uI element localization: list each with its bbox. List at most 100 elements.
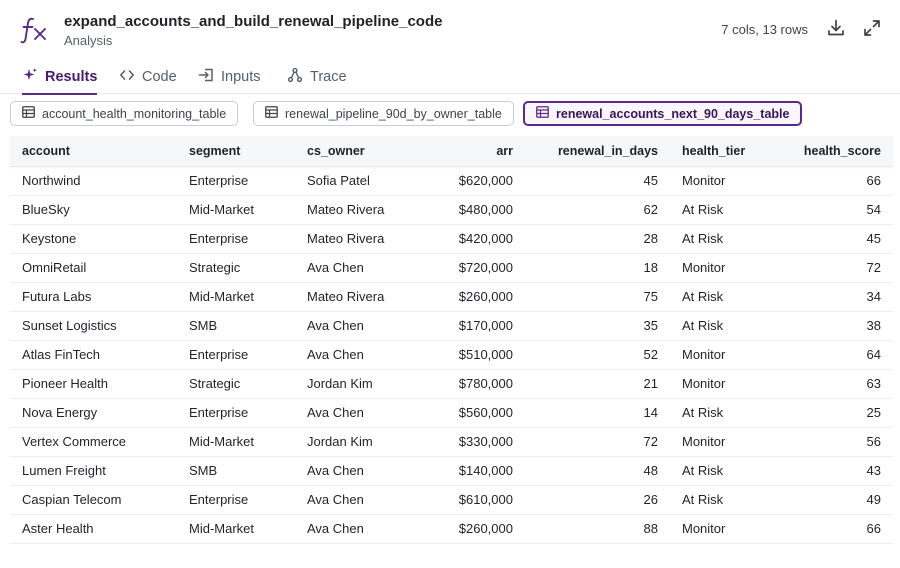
table-icon [265,106,278,121]
table-selector: account_health_monitoring_table renewal_… [0,94,900,132]
cell-cs-owner: Jordan Kim [295,369,425,399]
table-row[interactable]: OmniRetail Strategic Ava Chen $720,000 18 Mon… [10,253,893,283]
cell-arr: $260,000 [425,282,525,312]
cell-health-score: 25 [762,398,893,428]
cell-account: Aster Health [10,514,177,544]
table-icon [22,106,35,121]
download-button[interactable] [824,18,848,42]
cell-health-tier: At Risk [670,195,762,225]
chip-renewal-pipeline-90d-by-owner-table[interactable]: renewal_pipeline_90d_by_owner_table [253,101,514,126]
column-header-cs-owner[interactable]: cs_owner [295,136,425,167]
cell-renewal-in-days: 88 [525,514,670,544]
cell-cs-owner: Mateo Rivera [295,282,425,312]
cell-segment: Strategic [177,369,295,399]
cell-arr: $420,000 [425,224,525,254]
column-header-segment[interactable]: segment [177,136,295,167]
column-header-health-score[interactable]: health_score [762,136,893,167]
cell-segment: SMB [177,311,295,341]
cell-health-score: 38 [762,311,893,341]
cell-health-tier: Monitor [670,427,762,457]
table-row[interactable]: Vertex Commerce Mid-Market Jordan Kim $330,… [10,427,893,457]
cell-renewal-in-days: 45 [525,166,670,196]
table-row[interactable]: Nova Energy Enterprise Ava Chen $560,000 14 A… [10,398,893,428]
table-header: account segment cs_owner arr renewal_in_days… [10,136,893,167]
cell-renewal-in-days: 26 [525,485,670,515]
cell-renewal-in-days: 62 [525,195,670,225]
cell-arr: $610,000 [425,485,525,515]
cell-cs-owner: Mateo Rivera [295,224,425,254]
cell-account: Atlas FinTech [10,340,177,370]
cell-account: Sunset Logistics [10,311,177,341]
header: expand_accounts_and_build_renewal_pipeli… [0,0,900,60]
table-icon [536,106,549,121]
column-header-account[interactable]: account [10,136,177,167]
tab-code[interactable]: Code [119,60,177,94]
code-icon [119,67,135,87]
table-row[interactable]: Futura Labs Mid-Market Mateo Rivera $260,00… [10,282,893,312]
chip-label: renewal_accounts_next_90_days_table [556,106,790,121]
tab-label: Results [45,69,98,85]
table-row[interactable]: BlueSky Mid-Market Mateo Rivera $480,000 62 A… [10,195,893,225]
cell-segment: Strategic [177,253,295,283]
cell-health-tier: At Risk [670,456,762,486]
cell-renewal-in-days: 72 [525,427,670,457]
cell-health-score: 72 [762,253,893,283]
column-header-renewal-in-days[interactable]: renewal_in_days [525,136,670,167]
tab-results[interactable]: Results [22,60,98,95]
table-body: Northwind Enterprise Sofia Patel $620,000 45… [10,166,893,544]
cell-segment: SMB [177,456,295,486]
column-header-arr[interactable]: arr [425,136,525,167]
cell-cs-owner: Jordan Kim [295,427,425,457]
tab-label: Inputs [221,69,261,85]
cell-account: Lumen Freight [10,456,177,486]
page-title: expand_accounts_and_build_renewal_pipeli… [64,13,443,30]
chip-label: renewal_pipeline_90d_by_owner_table [285,106,502,121]
table-dimensions: 7 cols, 13 rows [721,22,808,37]
table-row[interactable]: Pioneer Health Strategic Jordan Kim $780,00… [10,369,893,399]
cell-arr: $480,000 [425,195,525,225]
chip-account-health-monitoring-table[interactable]: account_health_monitoring_table [10,101,239,126]
cell-segment: Mid-Market [177,427,295,457]
cell-health-tier: At Risk [670,224,762,254]
cell-renewal-in-days: 75 [525,282,670,312]
input-icon [198,67,214,87]
tab-inputs[interactable]: Inputs [198,60,261,94]
cell-renewal-in-days: 52 [525,340,670,370]
table-row[interactable]: Northwind Enterprise Sofia Patel $620,000 45… [10,166,893,196]
cell-arr: $780,000 [425,369,525,399]
cell-health-score: 66 [762,514,893,544]
cell-account: Futura Labs [10,282,177,312]
cell-arr: $560,000 [425,398,525,428]
cell-health-tier: Monitor [670,166,762,196]
trace-icon [287,67,303,87]
cell-cs-owner: Sofia Patel [295,166,425,196]
tab-label: Trace [310,69,347,85]
cell-segment: Enterprise [177,224,295,254]
cell-arr: $720,000 [425,253,525,283]
cell-cs-owner: Mateo Rivera [295,195,425,225]
sparkle-icon [22,67,38,87]
table-row[interactable]: Lumen Freight SMB Ava Chen $140,000 48 At Ris… [10,456,893,486]
table-row[interactable]: Atlas FinTech Enterprise Ava Chen $510,000 5… [10,340,893,370]
expand-button[interactable] [860,18,884,42]
tab-trace[interactable]: Trace [287,60,347,94]
cell-cs-owner: Ava Chen [295,340,425,370]
cell-cs-owner: Ava Chen [295,398,425,428]
cell-segment: Enterprise [177,340,295,370]
cell-renewal-in-days: 21 [525,369,670,399]
cell-renewal-in-days: 48 [525,456,670,486]
results-table-container: account segment cs_owner arr renewal_in_days… [10,136,893,544]
cell-account: Caspian Telecom [10,485,177,515]
cell-cs-owner: Ava Chen [295,456,425,486]
cell-renewal-in-days: 35 [525,311,670,341]
chip-renewal-accounts-next-90-days-table[interactable]: renewal_accounts_next_90_days_table [523,101,803,126]
table-row[interactable]: Caspian Telecom Enterprise Ava Chen $610,00… [10,485,893,515]
cell-segment: Mid-Market [177,195,295,225]
table-row[interactable]: Sunset Logistics SMB Ava Chen $170,000 35 At … [10,311,893,341]
tab-label: Code [142,69,177,85]
cell-arr: $170,000 [425,311,525,341]
table-row[interactable]: Aster Health Mid-Market Ava Chen $260,000 88… [10,514,893,544]
table-row[interactable]: Keystone Enterprise Mateo Rivera $420,000 28… [10,224,893,254]
cell-health-score: 43 [762,456,893,486]
column-header-health-tier[interactable]: health_tier [670,136,762,167]
